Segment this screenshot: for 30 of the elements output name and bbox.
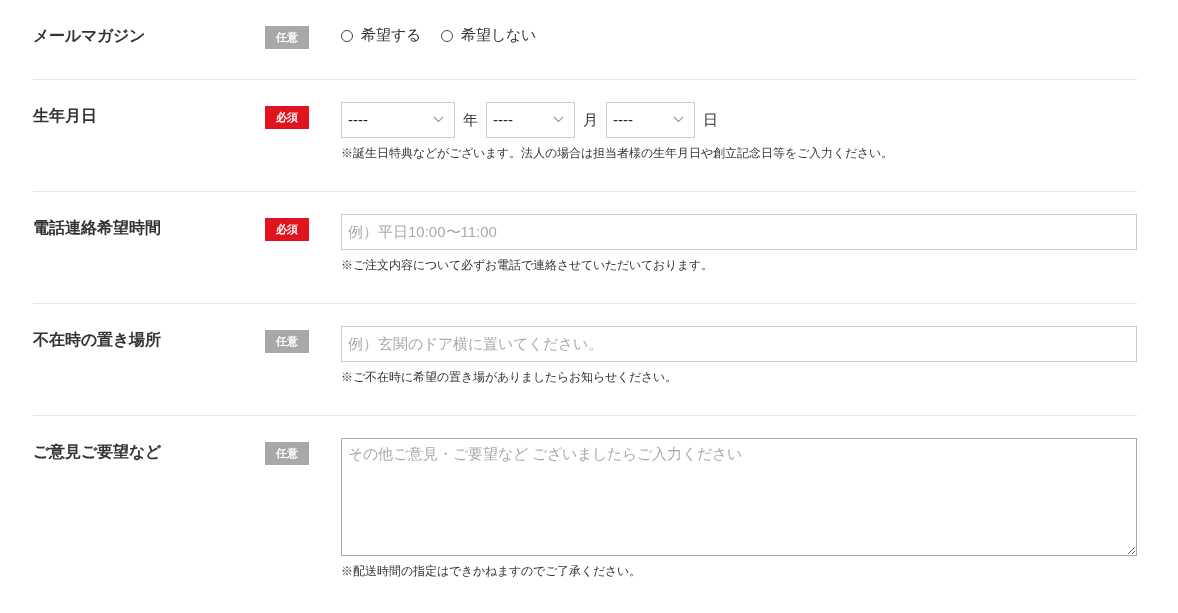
- field-note: ※ご不在時に希望の置き場がありましたらお知らせください。: [341, 368, 678, 385]
- optional-badge: 任意: [265, 329, 309, 353]
- chevron-down-icon: [673, 116, 684, 124]
- optional-badge: 任意: [265, 441, 309, 465]
- field-label: メールマガジン: [33, 26, 146, 46]
- chevron-down-icon: [553, 116, 564, 124]
- field-label: 電話連絡希望時間: [33, 217, 162, 238]
- radio-option[interactable]: 希望する: [341, 24, 421, 47]
- field-label: 生年月日: [33, 105, 98, 126]
- field-note: ※誕生日特典などがございます。法人の場合は担当者様の生年月日や創立記念日等をご入力ください。: [341, 144, 894, 161]
- text-input-field[interactable]: 例）平日10:00〜11:00: [341, 213, 1137, 250]
- chevron-down-icon: [433, 116, 444, 124]
- field-label: ご意見ご要望など: [33, 441, 162, 463]
- comment-text-area[interactable]: その他ご意見・ご要望など ございましたらご入力ください: [341, 437, 1137, 556]
- text-input-field[interactable]: 例）玄関のドア横に置いてください。: [341, 325, 1137, 362]
- field-note: ※ご注文内容について必ずお電話で連絡させていただいております。: [341, 256, 714, 273]
- option-label: 希望しない: [461, 25, 536, 46]
- date-select[interactable]: ----: [606, 101, 695, 138]
- date-select[interactable]: ----: [486, 101, 575, 138]
- date-select[interactable]: ----: [341, 101, 455, 138]
- option-label: 希望する: [361, 25, 421, 46]
- field-note: ※配送時間の指定はできかねますのでご了承ください。: [341, 562, 642, 579]
- radio-option[interactable]: 希望しない: [441, 24, 536, 47]
- date-unit-label: 年: [463, 109, 478, 130]
- field-label: 不在時の置き場所: [33, 329, 162, 350]
- required-badge: 必須: [265, 105, 309, 129]
- date-unit-label: 日: [703, 109, 718, 130]
- optional-badge: 任意: [265, 25, 309, 49]
- required-badge: 必須: [265, 217, 309, 241]
- date-unit-label: 月: [583, 109, 598, 130]
